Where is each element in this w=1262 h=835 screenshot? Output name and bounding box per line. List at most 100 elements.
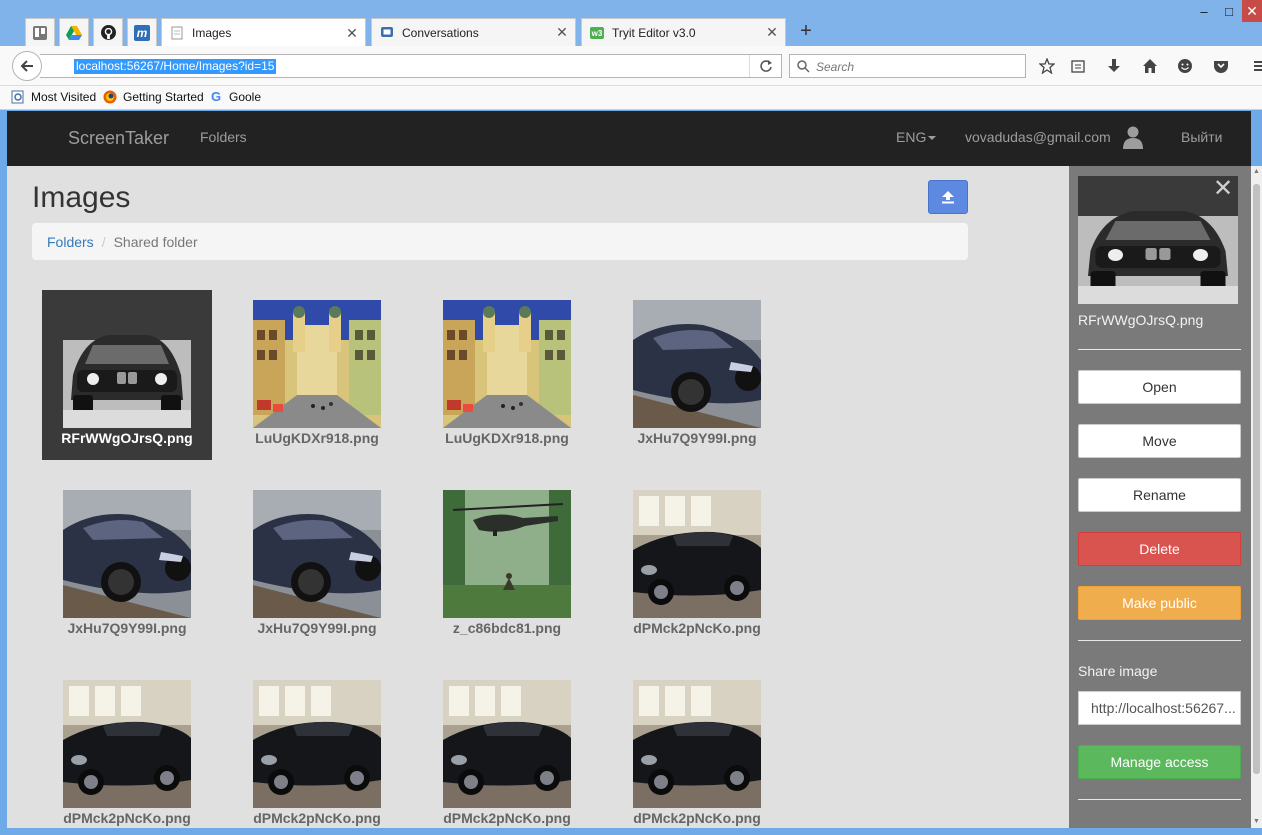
bookmark-most-visited[interactable]: Most Visited [11, 90, 96, 104]
bookmark-getting-started[interactable]: Getting Started [103, 90, 204, 104]
image-tile[interactable]: dPMck2pNcKo.png [612, 480, 782, 650]
chat-icon [381, 26, 393, 37]
nav-folders[interactable]: Folders [200, 129, 247, 145]
close-panel-button[interactable]: ✕ [1211, 177, 1235, 202]
close-icon[interactable]: ✕ [763, 24, 781, 41]
page-icon [171, 26, 183, 40]
image-thumbnail[interactable] [63, 300, 191, 428]
breadcrumb-current: Shared folder [113, 234, 198, 250]
image-filename: LuUgKDXr918.png [445, 430, 569, 446]
bookmark-label: Getting Started [123, 90, 204, 104]
scroll-down-icon[interactable]: ▼ [1251, 816, 1262, 828]
hello-button[interactable] [1176, 57, 1194, 75]
bookmarks-toolbar: Most Visited Getting Started G Goole [0, 86, 1262, 110]
scroll-thumb[interactable] [1253, 184, 1260, 774]
image-thumbnail[interactable] [443, 490, 571, 618]
image-filename: dPMck2pNcKo.png [633, 620, 761, 636]
image-thumbnail[interactable] [633, 300, 761, 428]
upload-button[interactable] [928, 180, 968, 214]
url-bar[interactable]: localhost:56267/Home/Images?id=15 [40, 54, 782, 78]
browser-navbar: localhost:56267/Home/Images?id=15 Search [0, 46, 1262, 86]
image-thumbnail[interactable] [63, 680, 191, 808]
divider [1078, 799, 1241, 800]
close-icon[interactable]: ✕ [343, 25, 361, 42]
manage-access-button[interactable]: Manage access [1078, 745, 1241, 779]
delete-button[interactable]: Delete [1078, 532, 1241, 566]
tab-tryit-editor[interactable]: w3 Tryit Editor v3.0 ✕ [581, 18, 786, 46]
bookmark-star-button[interactable] [1038, 57, 1056, 75]
image-tile[interactable]: z_c86bdc81.png [422, 480, 592, 650]
image-thumbnail[interactable] [443, 300, 571, 428]
reload-button[interactable] [749, 55, 781, 77]
firefox-icon [103, 90, 117, 104]
language-dropdown[interactable]: ENG [896, 129, 937, 145]
move-button[interactable]: Move [1078, 424, 1241, 458]
bookmark-goole[interactable]: G Goole [209, 90, 262, 105]
maximize-button[interactable]: □ [1219, 4, 1239, 20]
home-button[interactable] [1141, 57, 1159, 75]
svg-text:w3: w3 [591, 29, 603, 38]
minimize-button[interactable]: – [1194, 4, 1214, 20]
breadcrumb-separator: / [101, 234, 106, 250]
image-tile[interactable]: JxHu7Q9Y99I.png [612, 290, 782, 460]
image-tile[interactable]: dPMck2pNcKo.png [422, 670, 592, 828]
pocket-button[interactable] [1212, 57, 1230, 75]
back-button[interactable] [12, 51, 42, 81]
image-tile[interactable]: LuUgKDXr918.png [232, 290, 402, 460]
image-tile[interactable]: dPMck2pNcKo.png [232, 670, 402, 828]
bookmark-label: Most Visited [31, 90, 97, 104]
menu-button[interactable] [1250, 57, 1262, 75]
share-url-input[interactable]: http://localhost:56267... [1078, 691, 1241, 725]
search-bar[interactable]: Search [789, 54, 1026, 78]
image-filename: dPMck2pNcKo.png [63, 810, 191, 826]
image-filename: JxHu7Q9Y99I.png [637, 430, 757, 446]
brand-link[interactable]: ScreenTaker [68, 128, 169, 149]
new-tab-button[interactable]: + [794, 20, 818, 44]
image-thumbnail[interactable] [253, 490, 381, 618]
drive-icon [66, 25, 82, 40]
image-filename: z_c86bdc81.png [452, 620, 562, 636]
close-icon[interactable]: ✕ [553, 24, 571, 41]
image-tile[interactable]: dPMck2pNcKo.png [612, 670, 782, 828]
image-tile[interactable]: LuUgKDXr918.png [422, 290, 592, 460]
image-filename: dPMck2pNcKo.png [443, 810, 571, 826]
pocket-icon [1214, 61, 1228, 73]
tab-images[interactable]: Images ✕ [161, 18, 366, 47]
image-tile[interactable]: dPMck2pNcKo.png [42, 670, 212, 828]
open-button[interactable]: Open [1078, 370, 1241, 404]
rename-button[interactable]: Rename [1078, 478, 1241, 512]
user-email[interactable]: vovadudas@gmail.com [965, 129, 1111, 145]
logout-link[interactable]: Выйти [1181, 129, 1222, 145]
page-title: Images [32, 181, 131, 214]
image-thumbnail[interactable] [443, 680, 571, 808]
pinned-tab-drive[interactable] [59, 18, 89, 46]
bookmark-label: Goole [229, 90, 262, 104]
image-filename: dPMck2pNcKo.png [633, 810, 761, 826]
window-close-button[interactable]: ✕ [1242, 0, 1262, 22]
smiley-icon [1178, 59, 1192, 73]
pinned-tab-github[interactable] [93, 18, 123, 46]
image-tile[interactable]: RFrWWgOJrsQ.png [42, 290, 212, 460]
image-tile[interactable]: JxHu7Q9Y99I.png [42, 480, 212, 650]
pinned-tab-m[interactable]: m [127, 18, 157, 46]
divider [1078, 349, 1241, 350]
reading-list-icon [1071, 60, 1085, 73]
page-scrollbar[interactable]: ▲ ▼ [1251, 166, 1262, 828]
image-thumbnail[interactable] [253, 300, 381, 428]
downloads-button[interactable] [1105, 57, 1123, 75]
breadcrumb-folders[interactable]: Folders [47, 234, 94, 250]
image-thumbnail[interactable] [253, 680, 381, 808]
preview-filename: RFrWWgOJrsQ.png [1078, 312, 1204, 328]
reading-list-button[interactable] [1069, 57, 1087, 75]
app-navbar: ScreenTaker Folders ENG vovadudas@gmail.… [7, 111, 1251, 166]
pinned-tab-trello[interactable] [25, 18, 55, 46]
image-thumbnail[interactable] [633, 490, 761, 618]
make-public-button[interactable]: Make public [1078, 586, 1241, 620]
image-thumbnail[interactable] [633, 680, 761, 808]
tab-conversations[interactable]: Conversations ✕ [371, 18, 576, 46]
scroll-up-icon[interactable]: ▲ [1251, 166, 1262, 178]
image-tile[interactable]: JxHu7Q9Y99I.png [232, 480, 402, 650]
most-visited-icon [11, 90, 24, 104]
url-text[interactable]: localhost:56267/Home/Images?id=15 [74, 59, 277, 74]
image-thumbnail[interactable] [63, 490, 191, 618]
